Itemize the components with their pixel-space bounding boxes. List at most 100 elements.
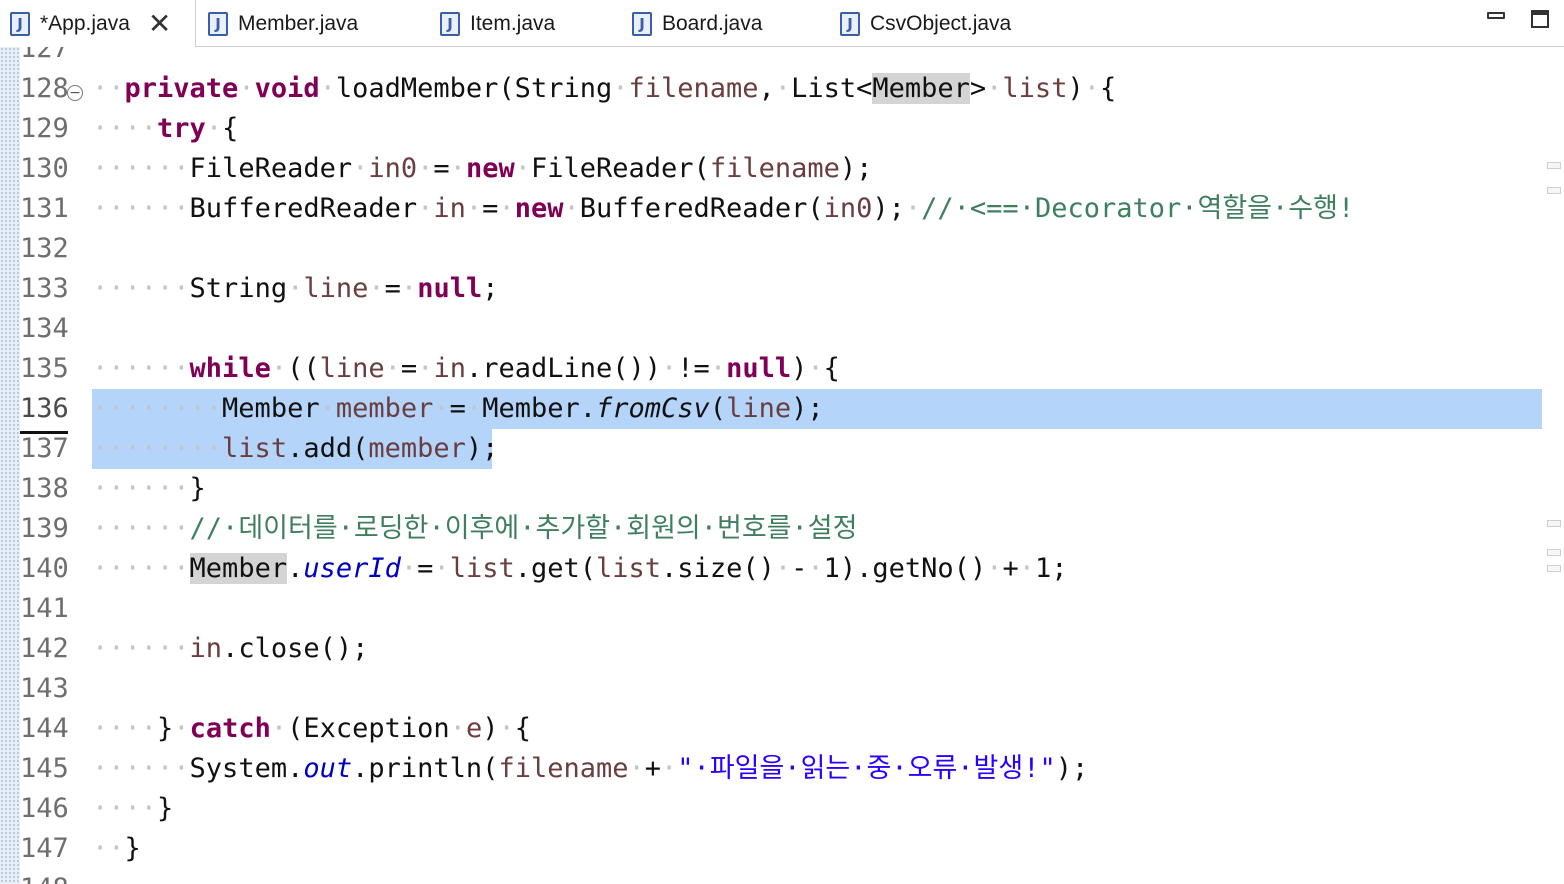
code-token: (Exception xyxy=(287,713,450,744)
code-line[interactable]: 147 ··} xyxy=(0,829,1543,869)
code-line[interactable]: 136 ········Member·member·=·Member.fromCs… xyxy=(0,389,1543,429)
code-text[interactable]: ······//·데이터를·로딩한·이후에·추가할·회원의·번호를·설정 xyxy=(92,509,857,549)
code-text[interactable]: ······System.out.println(filename·+·"·파일… xyxy=(92,749,1088,789)
code-token: filename xyxy=(628,73,759,104)
code-line[interactable]: 144 ····}·catch·(Exception·e)·{ xyxy=(0,709,1543,749)
whitespace-marker: ······ xyxy=(92,193,190,224)
code-token: .readLine()) xyxy=(465,353,662,384)
code-text[interactable]: ····} xyxy=(92,789,173,829)
whitespace-marker: · xyxy=(709,353,727,384)
tab-item-java[interactable]: J Item.java xyxy=(430,0,622,47)
maximize-icon[interactable] xyxy=(1531,10,1549,28)
java-file-icon: J xyxy=(632,11,652,36)
code-text[interactable]: ········list.add(member); xyxy=(92,429,498,469)
code-token: = xyxy=(433,153,450,184)
whitespace-marker: · xyxy=(661,753,678,784)
whitespace-marker: · xyxy=(563,193,580,224)
code-token: while xyxy=(189,353,271,384)
code-line[interactable]: 148 xyxy=(0,869,1543,884)
overview-marker[interactable] xyxy=(1547,565,1561,572)
code-line[interactable]: 145 ······System.out.println(filename·+·"… xyxy=(0,749,1543,789)
code-token: list xyxy=(1002,73,1068,104)
code-token: != xyxy=(677,353,710,384)
close-tab-icon[interactable]: ✕ xyxy=(148,9,171,38)
collapse-fold-icon[interactable]: − xyxy=(67,85,83,101)
whitespace-marker: ······ xyxy=(92,753,190,784)
line-number: 129 xyxy=(20,113,69,144)
code-text[interactable]: ······Member.userId·=·list.get(list.size… xyxy=(92,549,1068,589)
code-text[interactable]: ··} xyxy=(92,829,141,869)
code-token: , xyxy=(758,73,775,104)
line-number: 140 xyxy=(20,553,69,584)
code-line[interactable]: 138 ······} xyxy=(0,469,1543,509)
code-token: ) xyxy=(791,353,808,384)
code-token: = xyxy=(449,393,466,424)
whitespace-marker: · xyxy=(514,153,531,184)
code-text[interactable]: ······while·((line·=·in.readLine())·!=·n… xyxy=(92,349,840,389)
code-token: "·파일을·읽는·중·오류·발생!" xyxy=(677,753,1056,784)
code-text[interactable]: ······FileReader·in0·=·new·FileReader(fi… xyxy=(92,149,872,189)
code-token: = xyxy=(482,193,499,224)
code-token: > xyxy=(969,73,987,104)
code-token: filename xyxy=(498,753,629,784)
whitespace-marker: ······ xyxy=(92,153,190,184)
code-line[interactable]: 127 xyxy=(0,47,1543,69)
tab-label: Member.java xyxy=(238,11,359,35)
whitespace-marker: · xyxy=(1018,553,1035,584)
code-line[interactable]: 146 ····} xyxy=(0,789,1543,829)
code-token: .get( xyxy=(514,553,597,584)
code-text[interactable]: ····try·{ xyxy=(92,109,238,149)
code-token: out xyxy=(303,753,353,784)
code-line[interactable]: 143 xyxy=(0,669,1543,709)
line-number: 130 xyxy=(20,153,69,184)
code-token: filename xyxy=(709,153,840,184)
whitespace-marker: · xyxy=(319,393,336,424)
tab-csvobject-java[interactable]: J CsvObject.java xyxy=(830,0,1070,47)
code-line[interactable]: 129 ····try·{ xyxy=(0,109,1543,149)
tab-board-java[interactable]: J Board.java xyxy=(622,0,830,47)
code-line[interactable]: 128 ··private·void·loadMember(String·file… xyxy=(0,69,1543,109)
code-line[interactable]: 130 ······FileReader·in0·=·new·FileReader… xyxy=(0,149,1543,189)
code-text[interactable]: ····}·catch·(Exception·e)·{ xyxy=(92,709,531,749)
code-text[interactable]: ··private·void·loadMember(String·filenam… xyxy=(92,69,1116,109)
code-line[interactable]: 131 ······BufferedReader·in·=·new·Buffere… xyxy=(0,189,1543,229)
overview-marker[interactable] xyxy=(1547,187,1561,194)
code-token: null xyxy=(726,353,792,384)
line-number: 143 xyxy=(20,673,69,704)
code-token: ); xyxy=(791,393,824,424)
code-text[interactable]: ······in.close(); xyxy=(92,629,368,669)
whitespace-marker: · xyxy=(400,553,418,584)
code-line[interactable]: 142 ······in.close(); xyxy=(0,629,1543,669)
minimize-icon[interactable] xyxy=(1487,12,1505,19)
overview-marker[interactable] xyxy=(1547,162,1561,169)
whitespace-marker: · xyxy=(384,353,401,384)
line-number: 138 xyxy=(20,473,69,504)
code-line[interactable]: 140 ······Member.userId·=·list.get(list.s… xyxy=(0,549,1543,589)
whitespace-marker: ········ xyxy=(92,393,223,424)
code-text[interactable]: ······BufferedReader·in·=·new·BufferedRe… xyxy=(92,189,1354,229)
code-editor[interactable]: 127 128 ··private·void·loadMember(String·f… xyxy=(0,47,1564,884)
java-file-icon: J xyxy=(208,11,228,36)
line-number: 144 xyxy=(20,713,69,744)
overview-marker[interactable] xyxy=(1547,520,1561,527)
code-line[interactable]: 134 xyxy=(0,309,1543,349)
code-line[interactable]: 133 ······String·line·=·null; xyxy=(0,269,1543,309)
overview-ruler[interactable] xyxy=(1543,47,1564,884)
code-text[interactable]: ······String·line·=·null; xyxy=(92,269,498,309)
whitespace-marker: · xyxy=(417,353,434,384)
code-line[interactable]: 137 ········list.add(member); xyxy=(0,429,1543,469)
code-token: list xyxy=(222,433,288,464)
code-token: System. xyxy=(189,753,304,784)
code-line[interactable]: 141 xyxy=(0,589,1543,629)
code-text[interactable]: ······} xyxy=(92,469,206,509)
code-line[interactable]: 132 xyxy=(0,229,1543,269)
overview-marker[interactable] xyxy=(1547,549,1561,556)
tab-app-java[interactable]: J *App.java ✕ xyxy=(0,0,196,47)
whitespace-marker: · xyxy=(173,713,190,744)
code-line[interactable]: 135 ······while·((line·=·in.readLine())·!… xyxy=(0,349,1543,389)
code-token: BufferedReader( xyxy=(579,193,824,224)
tab-member-java[interactable]: J Member.java xyxy=(198,0,430,47)
code-text[interactable]: ········Member·member·=·Member.fromCsv(l… xyxy=(92,389,824,429)
code-token: FileReader( xyxy=(531,153,710,184)
code-line[interactable]: 139 ······//·데이터를·로딩한·이후에·추가할·회원의·번호를·설정 xyxy=(0,509,1543,549)
